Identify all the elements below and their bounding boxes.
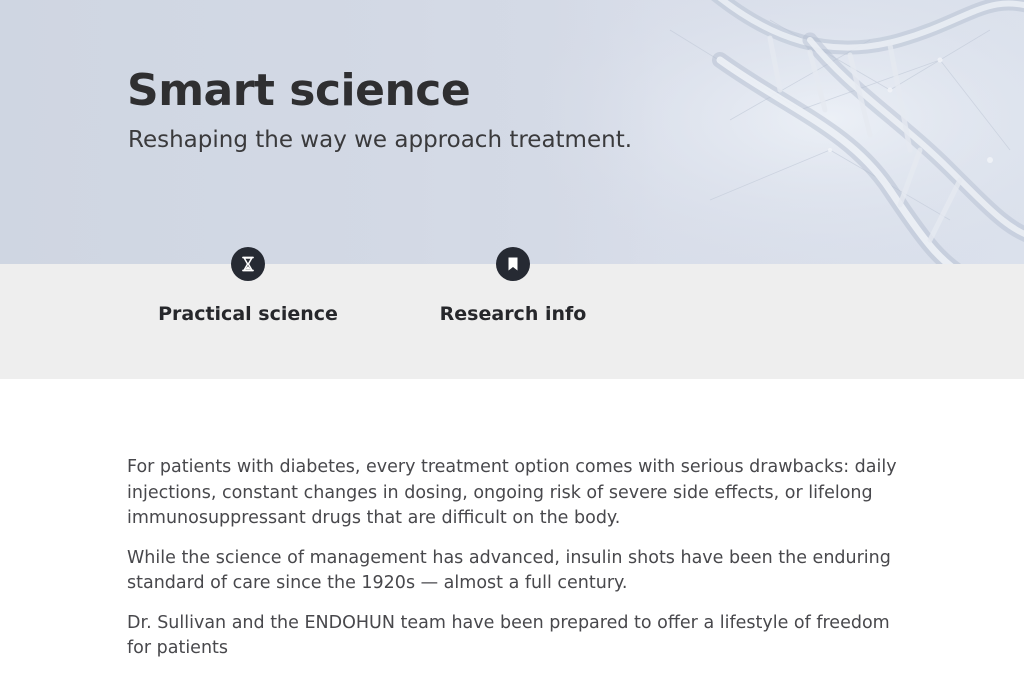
- research-info-label: Research info: [439, 303, 587, 325]
- paragraph: Dr. Sullivan and the ENDOHUN team have b…: [127, 612, 890, 659]
- page-subtitle: Reshaping the way we approach treatment.: [128, 127, 633, 153]
- page-title: Smart science: [127, 65, 471, 116]
- practical-science-label: Practical science: [158, 303, 338, 325]
- paragraph: While the science of management has adva…: [127, 547, 891, 594]
- bookmark-icon: [496, 247, 530, 281]
- article-body: For patients with diabetes, every treatm…: [127, 455, 897, 676]
- hero-banner: Smart science Reshaping the way we appro…: [0, 0, 1024, 264]
- paragraph: For patients with diabetes, every treatm…: [127, 457, 897, 528]
- feature-links: Practical science Research info: [0, 247, 1024, 379]
- hourglass-icon: [231, 247, 265, 281]
